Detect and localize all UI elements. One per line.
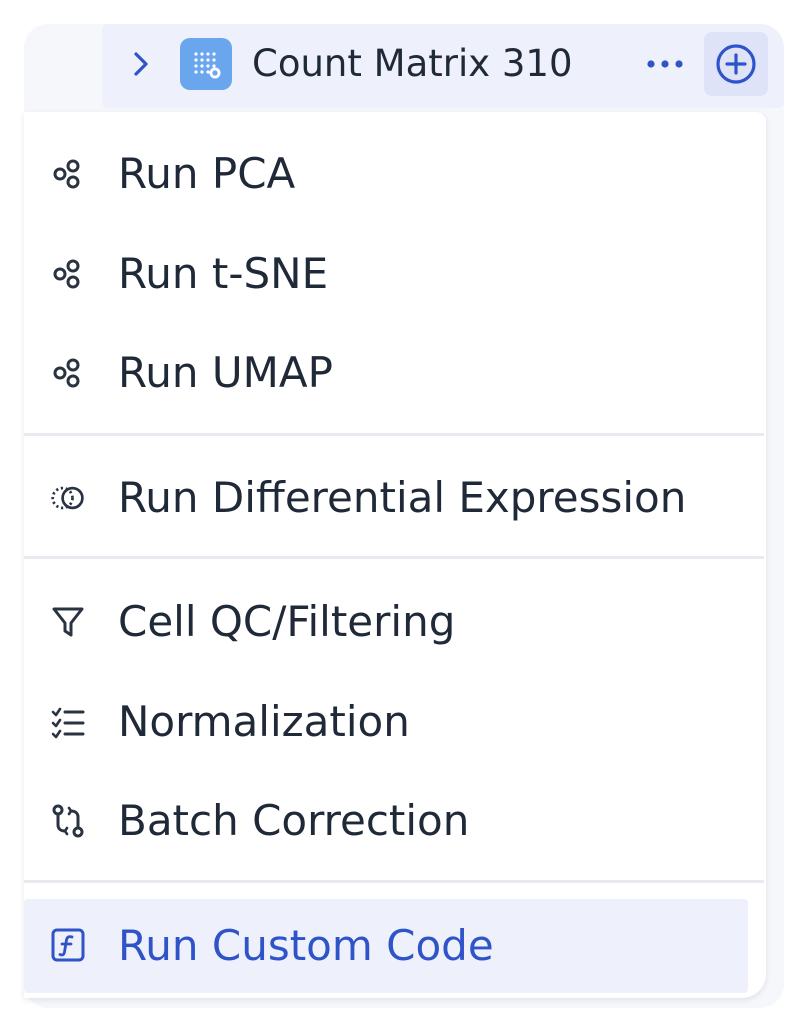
chevron-right-icon[interactable] <box>130 46 152 82</box>
function-square-icon <box>50 927 86 963</box>
venn-circles-icon <box>50 480 86 516</box>
menu-divider <box>24 433 764 436</box>
matrix-grid-icon <box>180 38 232 90</box>
plus-circle-icon <box>716 44 756 84</box>
filter-funnel-icon <box>50 604 86 640</box>
more-options-button[interactable] <box>640 42 690 86</box>
canvas: Count Matrix 310 Run PCA Run t-SNE Run U… <box>0 0 796 1030</box>
node-title: Count Matrix 310 <box>252 42 573 85</box>
checklist-icon <box>50 704 86 740</box>
menu-item-batch-correction[interactable]: Batch Correction <box>24 779 766 863</box>
menu-item-label: Batch Correction <box>118 796 470 845</box>
menu-item-label: Run t-SNE <box>118 249 329 298</box>
menu-item-run-differential-expression[interactable]: Run Differential Expression <box>24 456 766 540</box>
menu-item-label: Run Differential Expression <box>118 473 687 522</box>
menu-item-label: Run PCA <box>118 149 296 198</box>
add-step-button[interactable] <box>704 32 768 96</box>
menu-item-label: Run UMAP <box>118 348 333 397</box>
menu-item-label: Run Custom Code <box>118 921 494 970</box>
menu-item-normalization[interactable]: Normalization <box>24 680 766 764</box>
scatter-nodes-icon <box>50 256 86 292</box>
menu-item-label: Cell QC/Filtering <box>118 597 456 646</box>
scatter-nodes-icon <box>50 156 86 192</box>
menu-item-cell-qc-filtering[interactable]: Cell QC/Filtering <box>24 580 766 664</box>
menu-divider <box>24 880 764 883</box>
menu-item-run-custom-code[interactable]: Run Custom Code <box>24 899 748 993</box>
scatter-nodes-icon <box>50 355 86 391</box>
menu-item-run-pca[interactable]: Run PCA <box>24 132 766 216</box>
menu-item-run-umap[interactable]: Run UMAP <box>24 331 766 415</box>
ellipsis-icon <box>647 60 683 68</box>
git-compare-icon <box>50 803 86 839</box>
menu-divider <box>24 556 764 559</box>
menu-item-label: Normalization <box>118 697 410 746</box>
menu-item-run-tsne[interactable]: Run t-SNE <box>24 232 766 316</box>
